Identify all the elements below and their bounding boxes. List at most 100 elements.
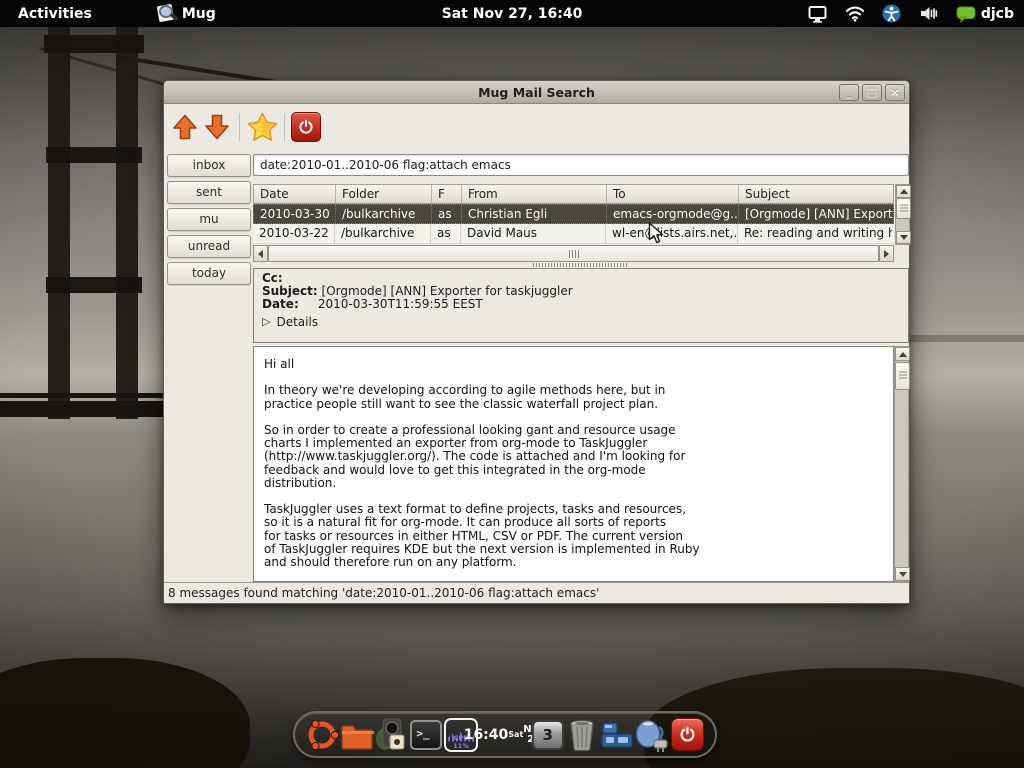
calendar-day-number: 3	[532, 720, 564, 750]
sidebar-item-unread[interactable]: unread	[167, 235, 251, 258]
splitter-grip	[533, 263, 629, 267]
calendar-icon[interactable]: 3	[530, 716, 565, 754]
cell-to: emacs-orgmode@g...	[607, 205, 739, 223]
power-icon	[671, 718, 704, 751]
sidebar-item-sent[interactable]: sent	[167, 181, 251, 204]
message-list-hscrollbar[interactable]	[253, 245, 894, 262]
toolbar-separator	[239, 113, 240, 141]
message-list-header: Date Folder F From To Subject	[253, 184, 894, 204]
scrollbar-handle[interactable]	[896, 198, 911, 219]
scrollbar-handle[interactable]	[895, 362, 910, 390]
window-title: Mug Mail Search	[478, 85, 595, 100]
table-row-selected[interactable]: 2010-03-30 /bulkarchive as Christian Egl…	[253, 204, 894, 224]
toolbar-separator	[284, 113, 285, 141]
activities-button[interactable]: Activities	[12, 4, 98, 24]
message-body-vscrollbar[interactable]	[894, 346, 909, 582]
mug-kettle-icon[interactable]	[634, 716, 670, 754]
scroll-right-button[interactable]	[879, 245, 894, 262]
trash-icon[interactable]	[565, 716, 600, 754]
status-text: 8 messages found matching 'date:2010-01.…	[168, 586, 599, 600]
toolbar	[164, 105, 909, 148]
sidebar-item-today[interactable]: today	[167, 262, 251, 285]
gnome-top-bar: Activities Mug Sat Nov 27, 16:40	[0, 0, 1024, 27]
bridge-tower-beam	[46, 147, 142, 163]
message-headers-pane: Cc: Subject: [Orgmode] [ANN] Exporter fo…	[253, 268, 909, 343]
app-menu[interactable]: Mug	[156, 3, 216, 25]
dock-clock[interactable]: 16:40 Sat Nov 27	[478, 716, 530, 754]
search-input[interactable]	[253, 154, 909, 176]
message-body-pane: Hi all In theory we're developing accord…	[253, 346, 909, 582]
minimize-button[interactable]: _	[839, 84, 859, 101]
date-value: 2010-03-30T11:59:55 EEST	[318, 297, 483, 311]
volume-icon[interactable]	[919, 4, 939, 24]
scroll-up-button[interactable]	[896, 185, 911, 198]
terminal-prompt-glyph: >_	[410, 720, 442, 750]
message-list: Date Folder F From To Subject 2010-03-30…	[253, 184, 910, 262]
table-row[interactable]: 2010-03-22 /bulkarchive as David Maus wl…	[253, 224, 894, 244]
details-expander[interactable]: ▷ Details	[262, 315, 900, 329]
workspace-switcher-icon[interactable]	[600, 716, 635, 754]
chat-status-icon	[956, 4, 976, 24]
cell-subject: [Orgmode] [ANN] Exporter..	[739, 205, 893, 223]
cell-folder: /bulkarchive	[335, 224, 431, 243]
subject-value: [Orgmode] [ANN] Exporter for taskjuggler	[322, 284, 573, 298]
username-label: djcb	[981, 6, 1014, 22]
scroll-left-button[interactable]	[253, 245, 268, 262]
scroll-down-button[interactable]	[896, 231, 911, 244]
bridge-tower-pillar	[48, 27, 70, 419]
column-header-from[interactable]: From	[462, 185, 607, 203]
flag-message-button[interactable]	[246, 111, 278, 143]
accessibility-icon[interactable]	[882, 4, 902, 24]
bridge-tower-beam	[46, 277, 142, 293]
mug-app-icon	[156, 3, 178, 25]
cell-from: Christian Egli	[462, 205, 607, 223]
quit-button[interactable]	[291, 112, 321, 142]
star-icon	[247, 111, 278, 142]
close-button[interactable]: ×	[885, 84, 905, 101]
cell-flags: as	[431, 224, 461, 243]
scroll-down-button[interactable]	[895, 567, 910, 581]
shore-rocks	[0, 658, 250, 768]
media-player-icon[interactable]	[374, 716, 409, 754]
dock-power-button[interactable]	[670, 716, 705, 754]
details-label: Details	[276, 315, 318, 329]
bridge-deck	[0, 401, 175, 417]
dock-clock-time: 16:40	[464, 728, 509, 742]
previous-message-button[interactable]	[169, 111, 201, 143]
ubuntu-launcher-icon[interactable]	[305, 716, 340, 754]
pane-splitter[interactable]	[253, 262, 909, 267]
message-body-frame: Hi all In theory we're developing accord…	[253, 346, 894, 582]
message-list-vscrollbar[interactable]	[895, 184, 910, 245]
bridge-tower-pillar	[116, 27, 138, 419]
cell-date: 2010-03-22	[253, 224, 335, 243]
bridge-tower-beam	[44, 35, 144, 53]
arrow-up-icon	[171, 113, 199, 141]
expander-triangle-icon: ▷	[262, 316, 270, 328]
cell-date: 2010-03-30	[254, 205, 336, 223]
status-bar: 8 messages found matching 'date:2010-01.…	[164, 582, 909, 603]
user-menu[interactable]: djcb	[956, 4, 1014, 24]
date-label: Date:	[262, 298, 314, 311]
column-header-folder[interactable]: Folder	[336, 185, 432, 203]
column-header-date[interactable]: Date	[254, 185, 336, 203]
wifi-icon[interactable]	[845, 4, 865, 24]
column-header-to[interactable]: To	[607, 185, 739, 203]
display-icon[interactable]	[808, 4, 828, 24]
cell-folder: /bulkarchive	[336, 205, 432, 223]
cell-to: wl-en@lists.airs.net,...	[606, 224, 738, 243]
terminal-icon[interactable]: >_	[409, 716, 444, 754]
cell-from: David Maus	[461, 224, 606, 243]
dock: >_ CPU 11% 16:40 Sat Nov 27 3	[293, 711, 717, 758]
maximize-button[interactable]: □	[862, 84, 882, 101]
file-manager-icon[interactable]	[340, 716, 375, 754]
window-titlebar[interactable]: Mug Mail Search _ □ ×	[164, 81, 909, 104]
scroll-up-button[interactable]	[895, 347, 910, 361]
mug-mail-search-window: Mug Mail Search _ □ × inbox sen	[163, 80, 910, 604]
column-header-subject[interactable]: Subject	[739, 185, 893, 203]
column-header-flags[interactable]: F	[432, 185, 462, 203]
message-body-text: Hi all In theory we're developing accord…	[254, 347, 893, 569]
scrollbar-handle[interactable]	[268, 245, 879, 262]
next-message-button[interactable]	[201, 111, 233, 143]
sidebar-item-inbox[interactable]: inbox	[167, 154, 251, 177]
sidebar-item-mu[interactable]: mu	[167, 208, 251, 231]
